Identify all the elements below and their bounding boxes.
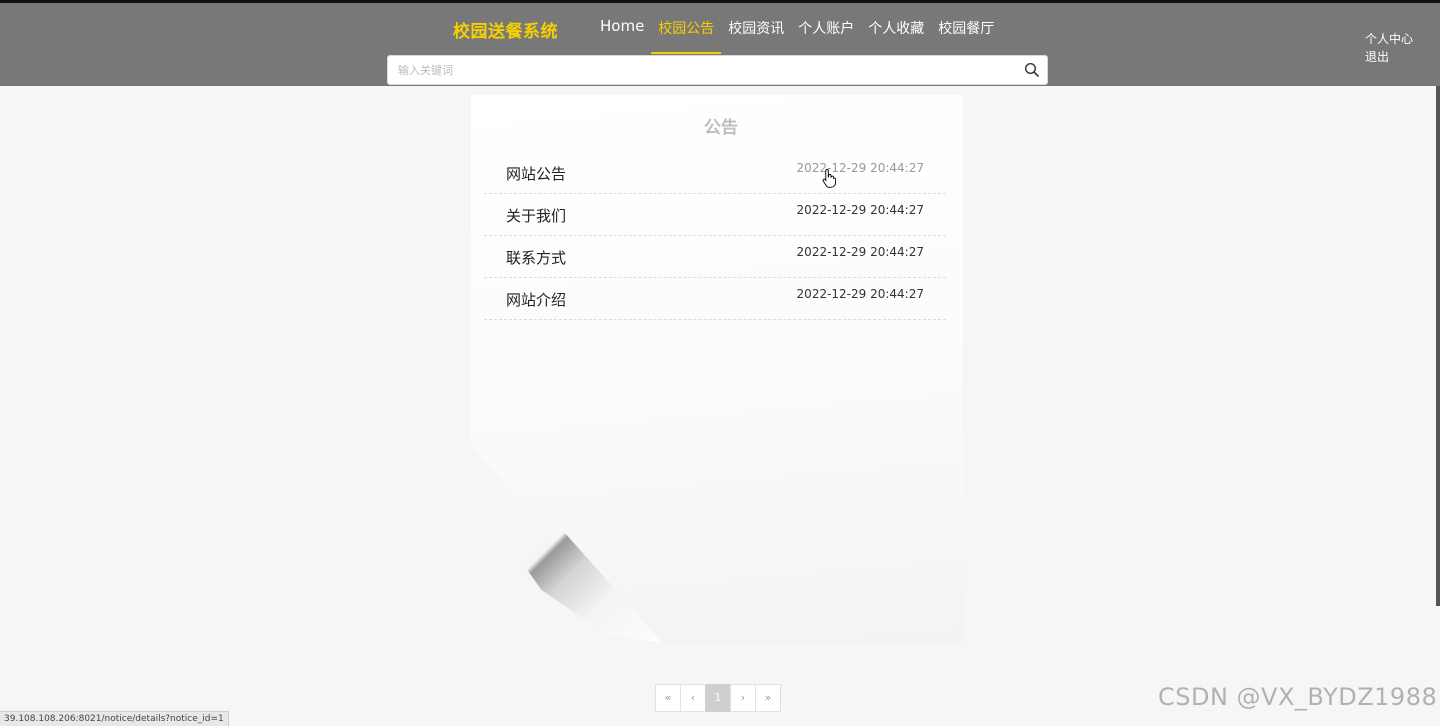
page-scrollbar[interactable] [1436,86,1440,606]
top-navigation-bar: 校园送餐系统 Home 校园公告 校园资讯 个人账户 个人收藏 校园餐厅 个人中… [0,0,1440,86]
main-nav: Home 校园公告 校园资讯 个人账户 个人收藏 校园餐厅 [593,3,1001,54]
notice-item-time: 2022-12-29 20:44:27 [796,287,924,301]
nav-personal-account[interactable]: 个人账户 [791,3,861,53]
notice-item[interactable]: 关于我们 2022-12-29 20:44:27 [484,194,946,236]
notice-item-title: 联系方式 [506,249,567,267]
notice-item[interactable]: 联系方式 2022-12-29 20:44:27 [484,236,946,278]
last-page-button[interactable]: » [755,684,781,712]
browser-status-url: 39.108.108.206:8021/notice/details?notic… [0,711,229,726]
prev-page-button[interactable]: ‹ [680,684,706,712]
hand-pointer-cursor-icon [822,168,837,188]
nav-campus-notice[interactable]: 校园公告 [651,3,722,54]
nav-personal-favorites[interactable]: 个人收藏 [861,3,931,53]
search-input[interactable] [388,56,1028,84]
notice-item-time: 2022-12-29 20:44:27 [796,245,924,259]
search-box [387,55,1048,85]
notice-list: 网站公告 2022-12-29 20:44:27 关于我们 2022-12-29… [484,152,946,320]
site-brand[interactable]: 校园送餐系统 [453,17,558,42]
first-page-button[interactable]: « [655,684,681,712]
user-links: 个人中心 退出 [1365,30,1413,66]
search-icon[interactable] [1023,61,1041,79]
pagination: « ‹ 1 › » [655,684,781,712]
notice-item-title: 网站介绍 [506,291,567,309]
personal-center-link[interactable]: 个人中心 [1365,30,1413,48]
watermark-text: CSDN @VX_BYDZ1988 [1158,683,1438,711]
next-page-button[interactable]: › [730,684,756,712]
notice-item[interactable]: 网站介绍 2022-12-29 20:44:27 [484,278,946,320]
nav-home[interactable]: Home [593,3,651,52]
notice-item-time: 2022-12-29 20:44:27 [796,161,924,175]
logout-link[interactable]: 退出 [1365,48,1413,66]
current-page-button[interactable]: 1 [705,684,731,712]
notice-item[interactable]: 网站公告 2022-12-29 20:44:27 [484,152,946,194]
notice-item-time: 2022-12-29 20:44:27 [796,203,924,217]
notice-section-title: 公告 [704,118,738,138]
notice-item-title: 关于我们 [506,207,567,225]
notice-item-title: 网站公告 [506,165,567,183]
nav-campus-news[interactable]: 校园资讯 [721,3,791,53]
nav-campus-restaurant[interactable]: 校园餐厅 [931,3,1001,53]
